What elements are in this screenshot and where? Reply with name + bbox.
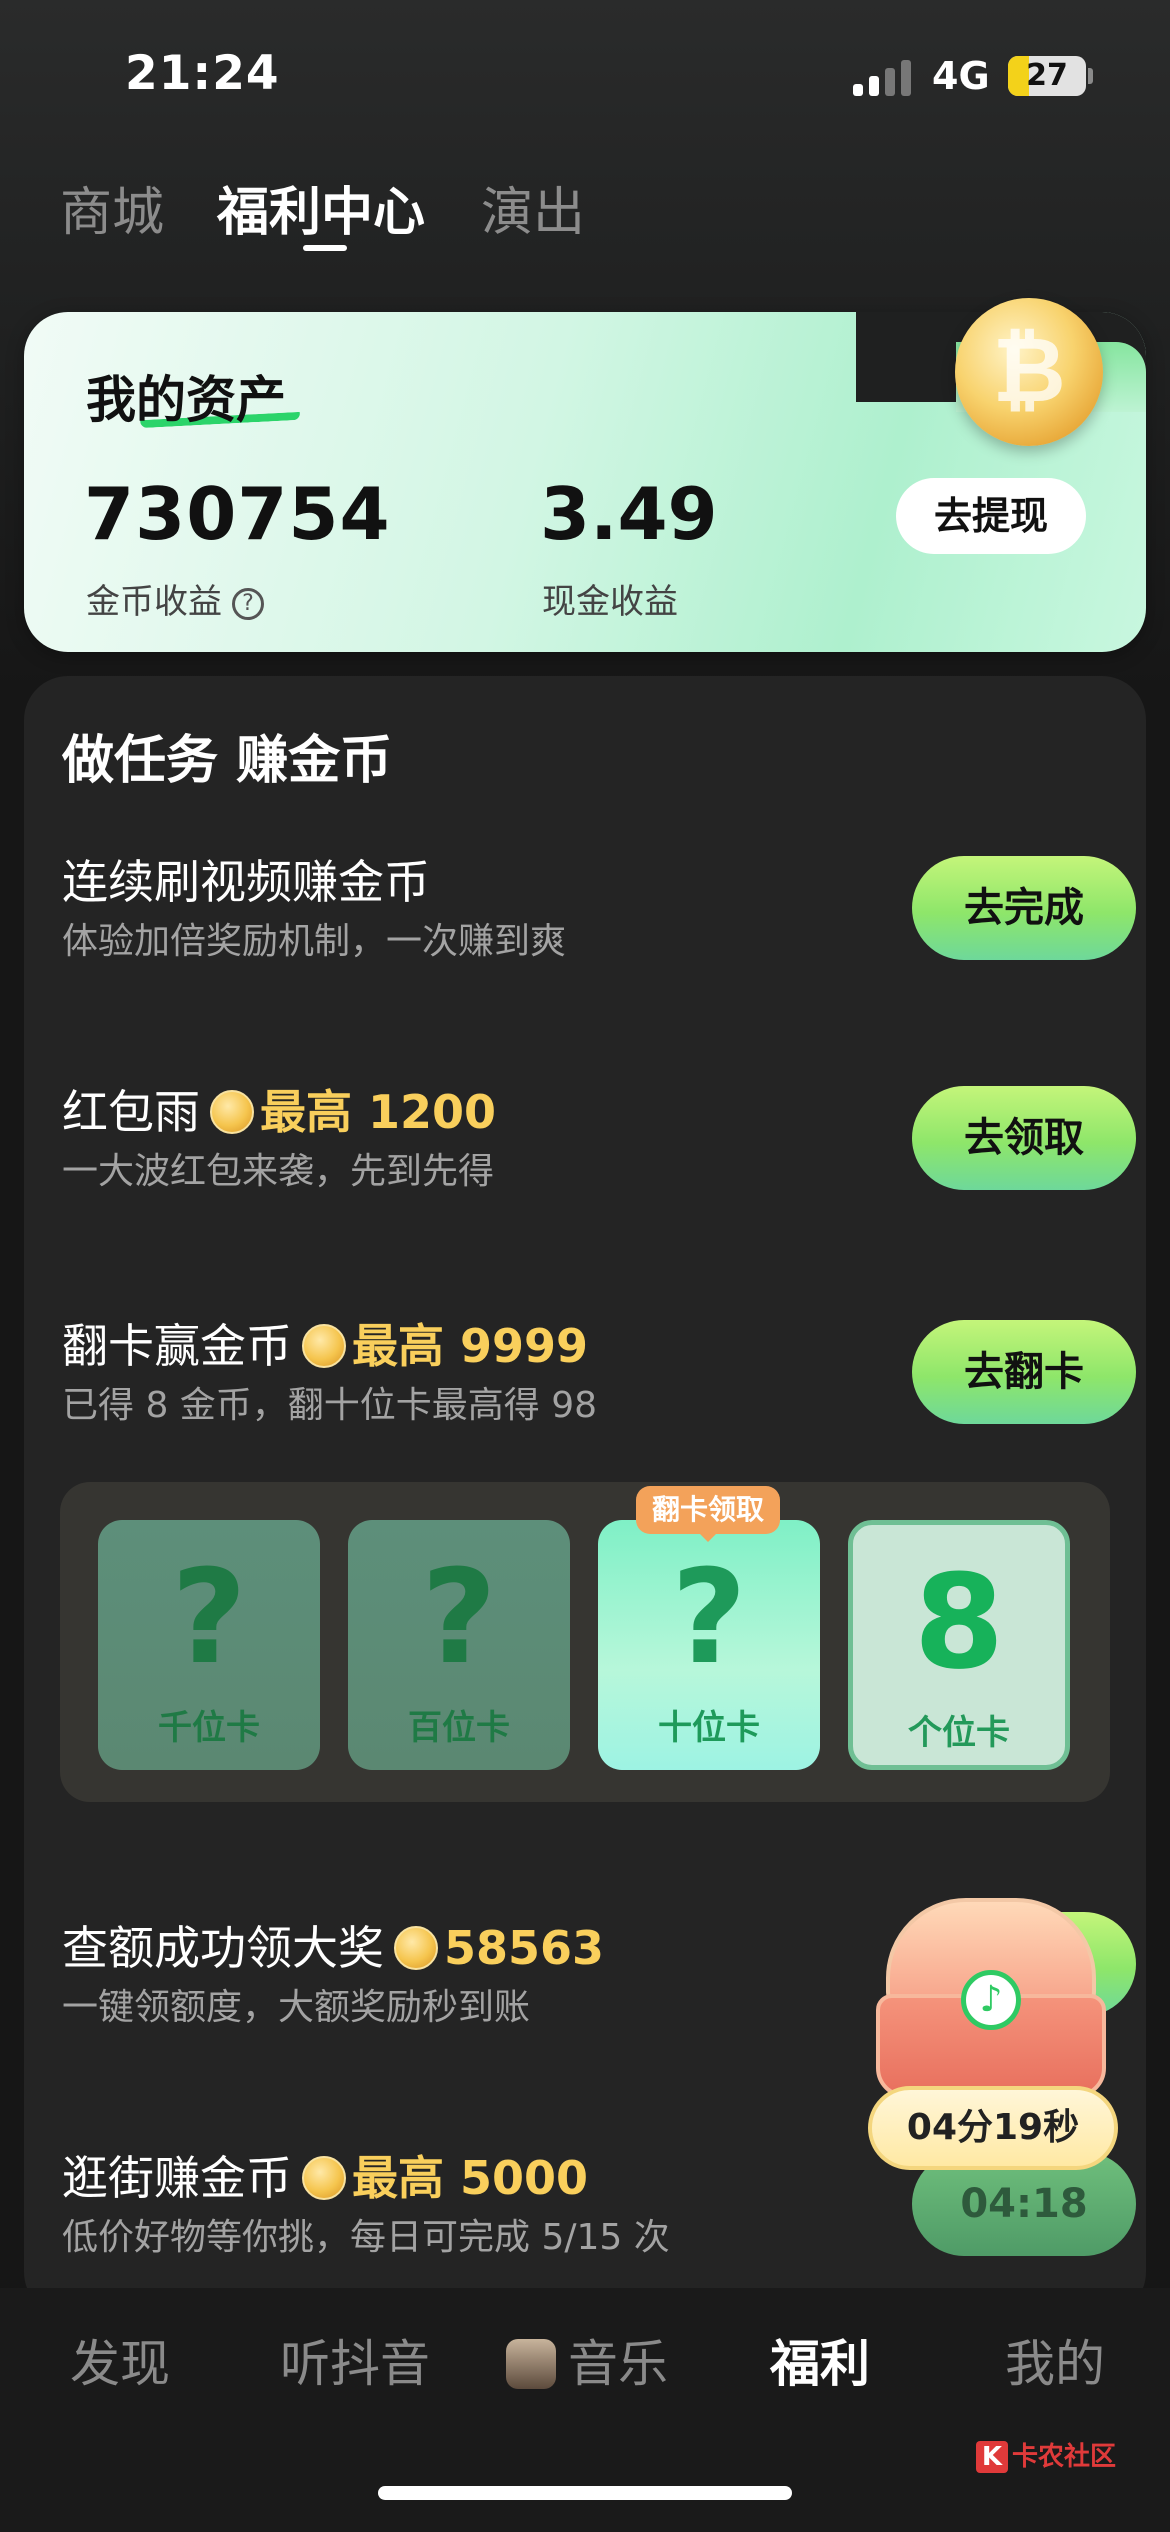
card-label: 百位卡: [408, 1708, 510, 1748]
coin-icon: [394, 1926, 438, 1970]
task-desc: 一大波红包来袭，先到先得: [62, 1151, 495, 1192]
task-desc: 低价好物等你挑，每日可完成 5/15 次: [62, 2217, 670, 2258]
assets-title: 我的资产: [86, 371, 286, 429]
home-indicator[interactable]: [378, 2486, 792, 2500]
gold-coin-icon: [955, 298, 1103, 446]
music-note-icon: ♪: [961, 1970, 1021, 2030]
flip-card-hundreds[interactable]: ? 百位卡: [348, 1520, 570, 1770]
card-label: 个位卡: [908, 1713, 1010, 1753]
watermark-text: 卡农社区: [1012, 2442, 1117, 2472]
nav-discover[interactable]: 发现: [70, 2324, 170, 2396]
flip-card-thousands[interactable]: ? 千位卡: [98, 1520, 320, 1770]
flip-card-ones: 8 个位卡: [848, 1520, 1070, 1770]
task-desc: 已得 8 金币，翻十位卡最高得 98: [62, 1385, 598, 1426]
card-symbol: 8: [913, 1546, 1005, 1698]
task-item-red-packet: 红包雨 最高 1200 一大波红包来袭，先到先得 去领取: [62, 1076, 1136, 1216]
music-avatar-icon: [506, 2339, 556, 2389]
battery-icon: 27: [1008, 56, 1086, 96]
signal-icon: [853, 60, 913, 96]
battery-level: 27: [1026, 58, 1068, 93]
task-reward: 58563: [444, 1921, 605, 1975]
coin-icon: [302, 2156, 346, 2200]
task-title-row: 查额成功领大奖 58563: [62, 1912, 604, 1978]
flip-claim-tag: 翻卡领取: [636, 1486, 780, 1542]
coins-value: 730754: [84, 472, 391, 556]
nav-listen[interactable]: 听抖音: [280, 2324, 430, 2396]
section-title: 做任务 赚金币: [62, 731, 393, 791]
cash-label: 现金收益: [542, 582, 678, 622]
withdraw-button[interactable]: 去提现: [896, 478, 1086, 554]
tab-welfare-center[interactable]: 福利中心: [217, 170, 425, 245]
watermark-logo: K: [976, 2441, 1008, 2473]
battery-tip: [1088, 68, 1093, 84]
go-claim-button[interactable]: 去领取: [912, 1086, 1136, 1190]
treasure-chest-icon[interactable]: ♪: [876, 1898, 1106, 2098]
coin-icon: [210, 1090, 254, 1134]
card-symbol: ?: [671, 1541, 747, 1693]
task-item-flip-card: 翻卡赢金币 最高 9999 已得 8 金币，翻十位卡最高得 98 去翻卡: [62, 1310, 1136, 1450]
task-title: 逛街赚金币: [62, 2151, 292, 2205]
coins-label-row: 金币收益?: [86, 574, 264, 623]
task-title: 查额成功领大奖: [62, 1921, 384, 1975]
task-title-row: 翻卡赢金币 最高 9999: [62, 1310, 588, 1376]
task-desc: 体验加倍奖励机制，一次赚到爽: [62, 921, 567, 962]
watermark: K 卡农社区: [976, 2436, 1116, 2473]
chest-countdown[interactable]: 04分19秒: [868, 2086, 1118, 2170]
task-reward: 最高 9999: [352, 1319, 589, 1373]
tab-shows[interactable]: 演出: [481, 170, 585, 245]
task-title: 红包雨: [62, 1085, 200, 1139]
nav-welfare[interactable]: 福利: [770, 2324, 870, 2396]
status-time: 21:24: [125, 46, 280, 101]
card-symbol: ?: [171, 1541, 247, 1693]
go-complete-button[interactable]: 去完成: [912, 856, 1136, 960]
task-title: 翻卡赢金币: [62, 1319, 292, 1373]
nav-music[interactable]: 音乐: [506, 2324, 668, 2396]
flip-card-area: ? 千位卡 ? 百位卡 ? 十位卡 8 个位卡: [60, 1482, 1110, 1802]
task-reward: 最高 1200: [260, 1085, 497, 1139]
coin-icon: [302, 1324, 346, 1368]
card-label: 千位卡: [158, 1708, 260, 1748]
cash-value: 3.49: [540, 472, 718, 556]
coins-label: 金币收益: [86, 582, 222, 622]
task-title-row: 红包雨 最高 1200: [62, 1076, 496, 1142]
active-tab-indicator: [303, 245, 347, 251]
task-reward: 最高 5000: [352, 2151, 589, 2205]
nav-music-label: 音乐: [568, 2335, 668, 2393]
flip-card-tens[interactable]: ? 十位卡: [598, 1520, 820, 1770]
task-title: 连续刷视频赚金币: [62, 855, 430, 909]
status-bar: 21:24 4G 27: [0, 0, 1170, 150]
card-label: 十位卡: [658, 1708, 760, 1748]
task-item-video: 连续刷视频赚金币 体验加倍奖励机制，一次赚到爽 去完成: [62, 846, 1136, 986]
go-flip-button[interactable]: 去翻卡: [912, 1320, 1136, 1424]
nav-me[interactable]: 我的: [1005, 2324, 1105, 2396]
network-type: 4G: [932, 54, 990, 98]
card-symbol: ?: [421, 1541, 497, 1693]
help-icon[interactable]: ?: [232, 587, 264, 620]
task-desc: 一键领额度，大额奖励秒到账: [62, 1987, 531, 2028]
task-title-row: 逛街赚金币 最高 5000: [62, 2142, 588, 2208]
tab-mall[interactable]: 商城: [60, 170, 164, 245]
